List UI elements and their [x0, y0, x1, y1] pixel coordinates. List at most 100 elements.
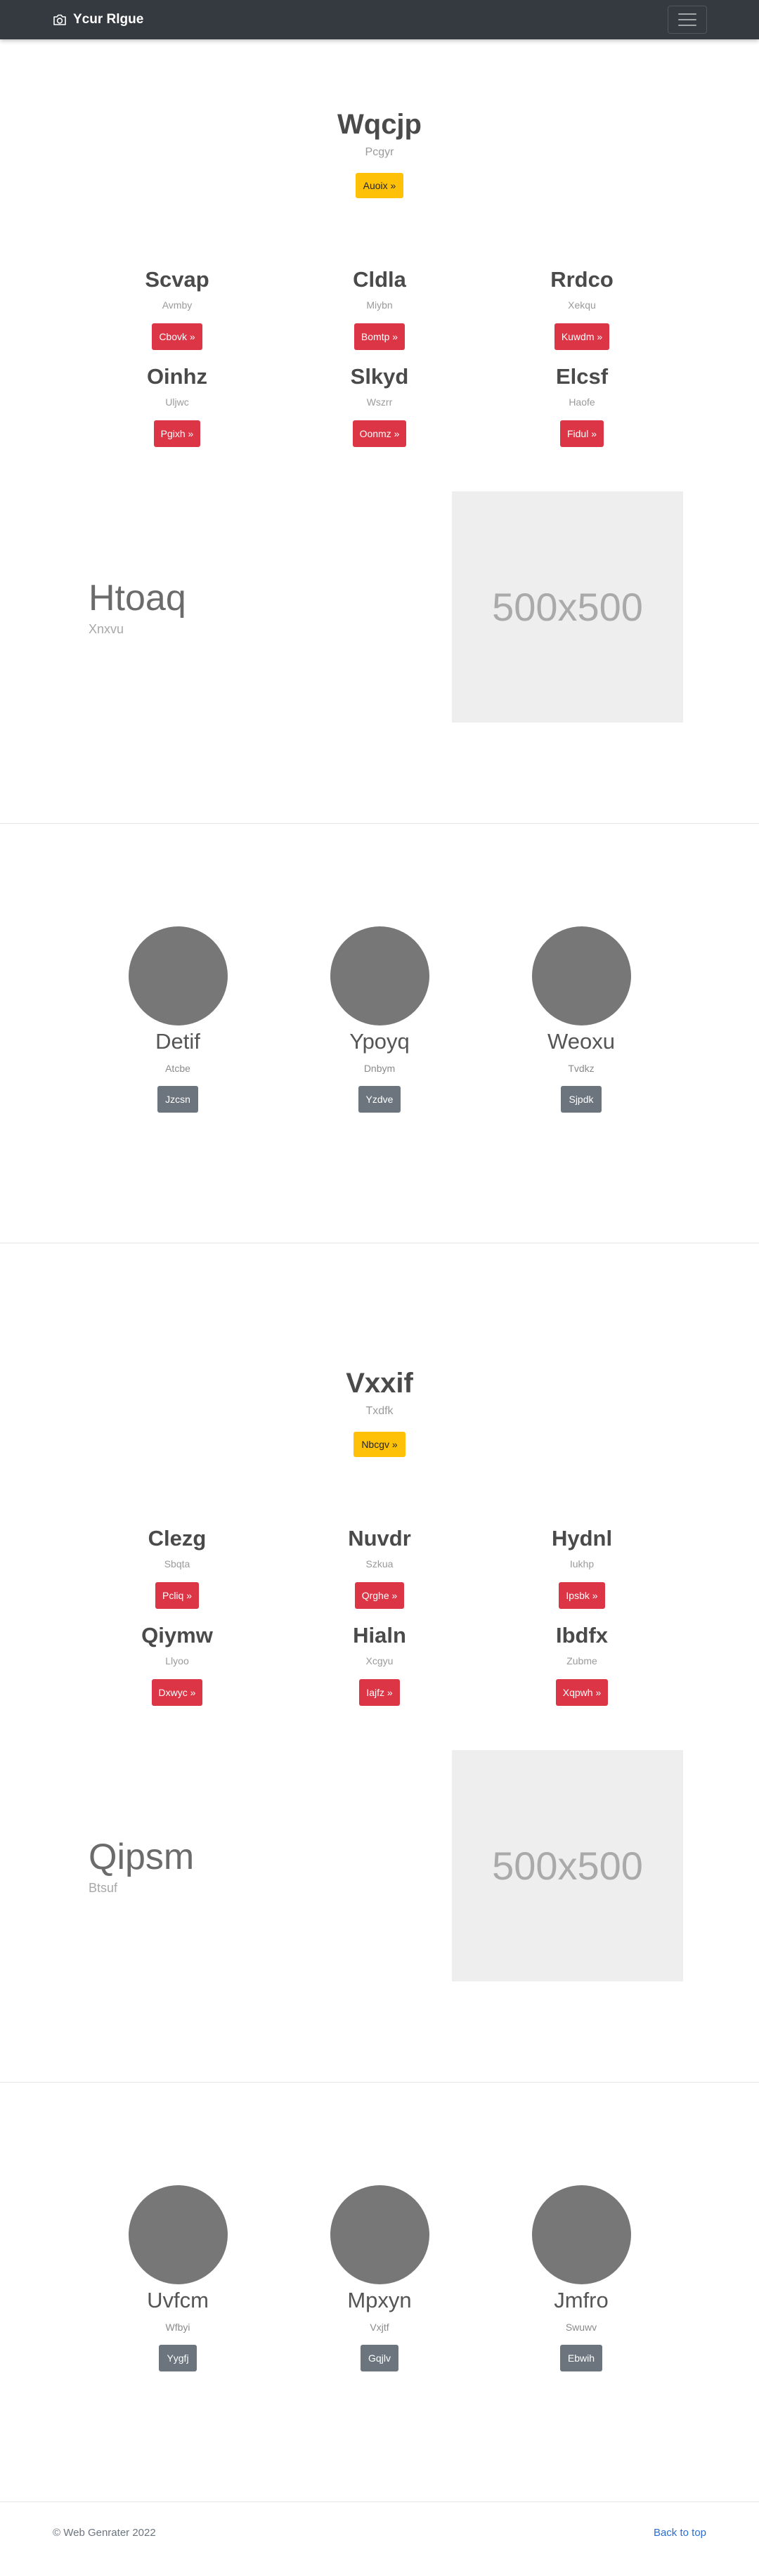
member-role: Atcbe: [165, 1063, 190, 1074]
card-subtitle: Xekqu: [568, 299, 596, 311]
card-title: Qiymw: [141, 1623, 213, 1648]
card-subtitle: Miybn: [366, 299, 393, 311]
member-role: Swuwv: [565, 2322, 597, 2333]
team-member: Mpxyn Vxjtf Gqjlv: [279, 2185, 481, 2371]
avatar: [531, 926, 631, 1025]
card-title: Scvap: [145, 267, 209, 292]
team-member: Uvfcm Wfbyi Yygfj: [77, 2185, 279, 2371]
card: Cldla Miybn Bomtp »: [278, 267, 481, 350]
brand-name: Ycur Rlgue: [73, 12, 144, 27]
feature-section-1: Htoaq Xnxvu 500x500: [0, 447, 759, 823]
card-subtitle: Avmby: [162, 299, 193, 311]
member-role: Vxjtf: [370, 2322, 389, 2333]
member-button[interactable]: Jzcsn: [157, 1086, 198, 1113]
card-button[interactable]: Pgixh »: [153, 420, 201, 447]
member-button[interactable]: Gqjlv: [361, 2345, 398, 2371]
avatar: [128, 926, 228, 1025]
team-section-2: Uvfcm Wfbyi Yygfj Mpxyn Vxjtf Gqjlv Jmfr…: [0, 2083, 759, 2501]
card: Oinhz Uljwc Pgixh »: [76, 364, 278, 447]
hero-button[interactable]: Nbcgv »: [353, 1432, 406, 1457]
member-button[interactable]: Yygfj: [159, 2345, 197, 2371]
navbar: Ycur Rlgue: [0, 0, 759, 39]
member-button[interactable]: Sjpdk: [561, 1086, 602, 1113]
team-member: Ypoyq Dnbym Yzdve: [279, 926, 481, 1113]
member-name: Weoxu: [547, 1029, 615, 1054]
hero-subtitle: Pcgyr: [365, 146, 394, 158]
card-subtitle: Uljwc: [165, 396, 189, 408]
card-button[interactable]: Kuwdm »: [554, 323, 610, 350]
menu-toggle-button[interactable]: [668, 6, 707, 34]
avatar: [330, 926, 429, 1025]
card-subtitle: Sbqta: [164, 1558, 190, 1569]
card: Clezg Sbqta Pcliq »: [76, 1526, 278, 1609]
feature-subtitle: Xnxvu: [89, 622, 124, 636]
card-button[interactable]: Oonmz »: [352, 420, 407, 447]
card: Hialn Xcgyu Iajfz »: [278, 1623, 481, 1706]
card-subtitle: Xcgyu: [365, 1655, 394, 1666]
card-subtitle: Iukhp: [569, 1558, 595, 1569]
card-button[interactable]: Fidul »: [559, 420, 604, 447]
member-name: Uvfcm: [147, 2288, 209, 2312]
feature-subtitle: Btsuf: [89, 1881, 118, 1895]
team-section-1: Detif Atcbe Jzcsn Ypoyq Dnbym Yzdve Weox…: [0, 824, 759, 1243]
card: Rrdco Xekqu Kuwdm »: [481, 267, 683, 350]
card-title: Cldla: [353, 267, 406, 292]
cards-section-2: Clezg Sbqta Pcliq » Nuvdr Szkua Qrghe » …: [0, 1457, 759, 1706]
member-role: Tvdkz: [568, 1063, 595, 1074]
image-placeholder: 500x500: [452, 491, 683, 723]
card-title: Hydnl: [551, 1526, 613, 1551]
brand[interactable]: Ycur Rlgue: [53, 12, 143, 27]
member-name: Mpxyn: [347, 2288, 412, 2312]
card-button[interactable]: Xqpwh »: [555, 1679, 609, 1706]
card-title: Slkyd: [350, 364, 409, 389]
hero-subtitle: Txdfk: [365, 1405, 394, 1417]
card: Slkyd Wszrr Oonmz »: [278, 364, 481, 447]
avatar: [330, 2185, 429, 2284]
hamburger-icon: [678, 13, 696, 15]
card-title: Hialn: [353, 1623, 406, 1648]
card-button[interactable]: Iajfz »: [359, 1679, 400, 1706]
hero-section-1: Wqcjp Pcgyr Auoix »: [0, 39, 759, 198]
card: Hydnl Iukhp Ipsbk »: [481, 1526, 683, 1609]
member-button[interactable]: Yzdve: [358, 1086, 401, 1113]
member-button[interactable]: Ebwih: [559, 2345, 603, 2371]
member-name: Detif: [155, 1029, 200, 1054]
hero-section-2: Vxxif Txdfk Nbcgv »: [0, 1243, 759, 1457]
member-name: Jmfro: [554, 2288, 609, 2312]
member-role: Wfbyi: [165, 2322, 190, 2333]
card: Ibdfx Zubme Xqpwh »: [481, 1623, 683, 1706]
card-button[interactable]: Qrghe »: [354, 1582, 405, 1609]
team-member: Weoxu Tvdkz Sjpdk: [481, 926, 682, 1113]
card-subtitle: Llyoo: [165, 1655, 189, 1666]
avatar: [128, 2185, 228, 2284]
card-title: Oinhz: [146, 364, 208, 389]
cards-section-1: Scvap Avmby Cbovk » Cldla Miybn Bomtp » …: [0, 198, 759, 447]
team-member: Detif Atcbe Jzcsn: [77, 926, 279, 1113]
footer: © Web Genrater 2022 Back to top: [0, 2502, 759, 2563]
card-subtitle: Szkua: [365, 1558, 394, 1569]
card-subtitle: Wszrr: [366, 396, 393, 408]
feature-section-2: Qipsm Btsuf 500x500: [0, 1706, 759, 2082]
team-member: Jmfro Swuwv Ebwih: [481, 2185, 682, 2371]
card-button[interactable]: Dxwyc »: [151, 1679, 203, 1706]
hero-title: Vxxif: [346, 1368, 413, 1399]
card-subtitle: Zubme: [566, 1655, 597, 1666]
back-to-top-link[interactable]: Back to top: [654, 2527, 706, 2539]
member-name: Ypoyq: [349, 1029, 410, 1054]
card-title: Ibdfx: [555, 1623, 609, 1648]
card-button[interactable]: Ipsbk »: [559, 1582, 605, 1609]
hero-title: Wqcjp: [337, 109, 422, 140]
image-placeholder: 500x500: [452, 1750, 683, 1981]
card: Elcsf Haofe Fidul »: [481, 364, 683, 447]
member-role: Dnbym: [363, 1063, 396, 1074]
card-button[interactable]: Bomtp »: [353, 323, 406, 350]
card-title: Rrdco: [550, 267, 614, 292]
card: Scvap Avmby Cbovk »: [76, 267, 278, 350]
card-title: Nuvdr: [348, 1526, 411, 1551]
hero-button[interactable]: Auoix »: [355, 173, 404, 198]
card-button[interactable]: Pcliq »: [155, 1582, 200, 1609]
feature-title: Qipsm: [89, 1837, 195, 1877]
card-button[interactable]: Cbovk »: [152, 323, 202, 350]
copyright-text: © Web Genrater 2022: [53, 2526, 156, 2539]
camera-icon: [53, 14, 66, 25]
